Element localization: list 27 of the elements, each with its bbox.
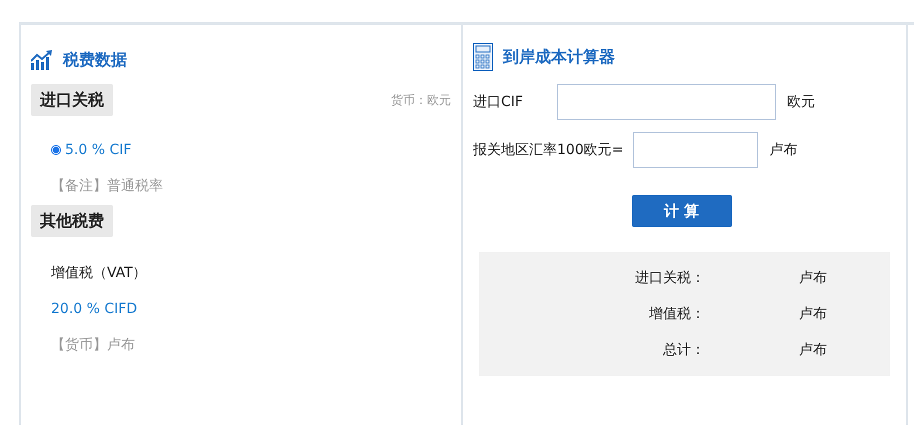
result-label: 增值税： bbox=[648, 305, 705, 324]
rate-radio[interactable]: 5.0 % CIF bbox=[51, 140, 451, 160]
calculate-button[interactable]: 计 算 bbox=[632, 195, 732, 227]
result-label: 总计： bbox=[662, 341, 705, 360]
radio-icon[interactable] bbox=[51, 145, 61, 155]
tax-name: 增值税（VAT） bbox=[51, 264, 148, 283]
input-field[interactable] bbox=[557, 84, 776, 120]
input-field[interactable] bbox=[633, 132, 758, 168]
result-unit: 卢布 bbox=[799, 269, 827, 288]
chart-growth-icon bbox=[31, 50, 53, 70]
rate-label: 5.0 % CIF bbox=[65, 142, 132, 158]
unit-label: 欧元 bbox=[787, 93, 815, 111]
section-heading: 其他税费 bbox=[31, 205, 113, 237]
remark-text: 【备注】普通税率 bbox=[51, 177, 164, 196]
result-unit: 卢布 bbox=[799, 305, 827, 324]
field-label: 报关地区汇率100欧元= bbox=[473, 141, 624, 159]
tax-rate: 20.0 % CIFD bbox=[51, 300, 138, 319]
result-label: 进口关税： bbox=[634, 269, 705, 288]
calculator-icon bbox=[473, 43, 493, 71]
unit-label: 卢布 bbox=[769, 141, 798, 159]
result-unit: 卢布 bbox=[799, 341, 827, 360]
tax-currency: 【货币】卢布 bbox=[51, 336, 136, 355]
panel-title: 税费数据 bbox=[63, 50, 127, 70]
panel-title: 到岸成本计算器 bbox=[503, 46, 615, 68]
field-label: 进口CIF bbox=[473, 93, 524, 111]
currency-note: 货币：欧元 bbox=[391, 92, 451, 108]
section-heading: 进口关税 bbox=[31, 84, 113, 116]
